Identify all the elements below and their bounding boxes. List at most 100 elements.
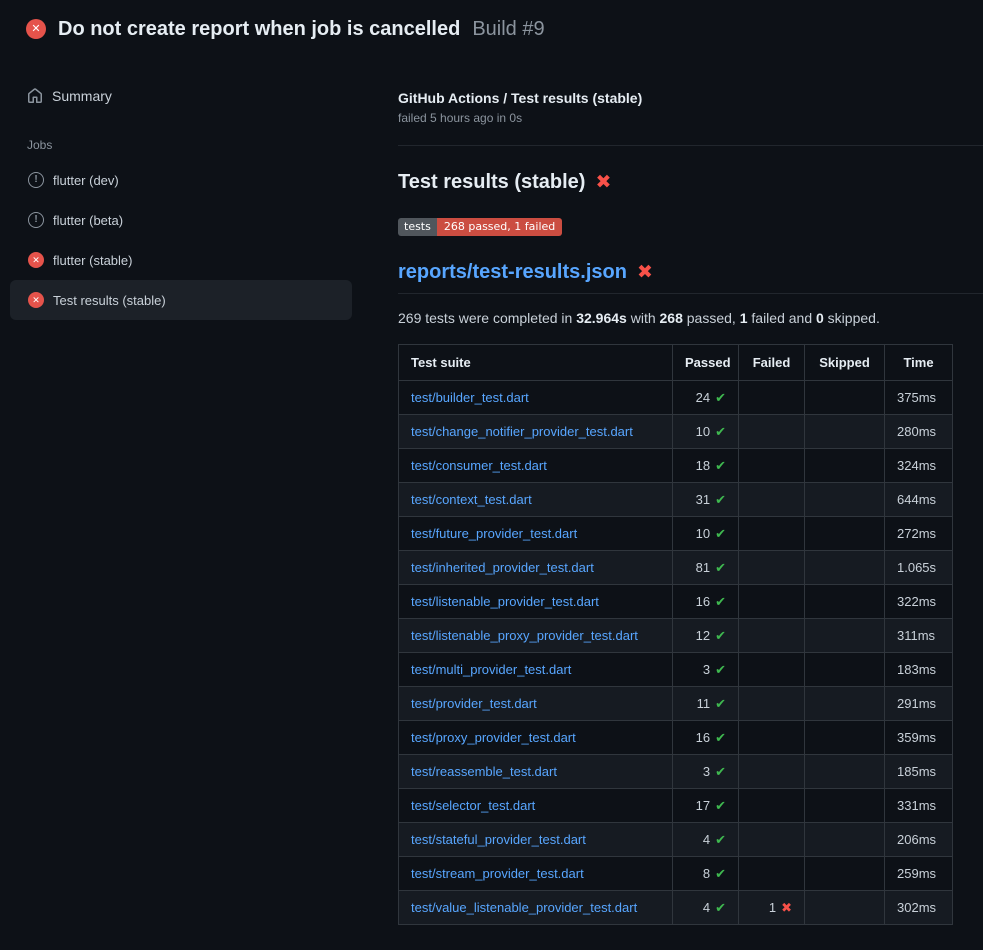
sidebar-job-test-results-stable-[interactable]: ✕Test results (stable) xyxy=(10,280,352,320)
time-cell: 311ms xyxy=(885,619,953,653)
report-title: reports/test-results.json ✖ xyxy=(398,261,983,294)
suite-link[interactable]: test/inherited_provider_test.dart xyxy=(411,560,594,575)
time-cell: 302ms xyxy=(885,891,953,925)
exclamation-circle-icon: ! xyxy=(28,172,44,188)
count: 11 xyxy=(697,696,711,711)
check-icon: ✔ xyxy=(715,424,726,439)
check-icon: ✔ xyxy=(715,594,726,609)
failed-cell xyxy=(739,585,805,619)
count: 16 xyxy=(696,594,710,609)
passed-cell: 24 ✔ xyxy=(673,381,739,415)
column-header-test-suite: Test suite xyxy=(399,345,673,381)
sidebar-job-flutter-stable-[interactable]: ✕ flutter (stable) xyxy=(10,240,352,280)
check-icon: ✔ xyxy=(715,390,726,405)
suite-cell: test/consumer_test.dart xyxy=(399,449,673,483)
table-row: test/stateful_provider_test.dart4✔206ms xyxy=(399,823,953,857)
failed-cell xyxy=(739,721,805,755)
summary-passed-count: 268 xyxy=(660,310,683,326)
suite-link[interactable]: test/stream_provider_test.dart xyxy=(411,866,584,881)
exclamation-circle-icon: ! xyxy=(28,212,44,228)
suite-cell: test/provider_test.dart xyxy=(399,687,673,721)
suite-link[interactable]: test/future_provider_test.dart xyxy=(411,526,577,541)
job-label: flutter (dev) xyxy=(53,173,119,188)
failed-x-icon: ✖ xyxy=(595,173,611,192)
suite-link[interactable]: test/listenable_provider_test.dart xyxy=(411,594,599,609)
time-cell: 1.065s xyxy=(885,551,953,585)
time-cell: 185ms xyxy=(885,755,953,789)
table-row: test/future_provider_test.dart10✔272ms xyxy=(399,517,953,551)
section-title: Test results (stable) ✖ xyxy=(398,171,983,194)
failed-cell xyxy=(739,619,805,653)
passed-cell: 11✔ xyxy=(673,687,739,721)
suite-link[interactable]: test/proxy_provider_test.dart xyxy=(411,730,576,745)
skipped-cell xyxy=(805,483,885,517)
suite-link[interactable]: test/change_notifier_provider_test.dart xyxy=(411,424,633,439)
x-circle-icon: ✕ xyxy=(28,252,44,268)
check-icon: ✔ xyxy=(715,526,726,541)
passed-cell: 10 ✔ xyxy=(673,517,739,551)
passed-cell: 16✔ xyxy=(673,721,739,755)
table-row: test/listenable_provider_test.dart16✔322… xyxy=(399,585,953,619)
check-icon: ✔ xyxy=(715,764,726,779)
passed-cell: 10✔ xyxy=(673,415,739,449)
suite-link[interactable]: test/selector_test.dart xyxy=(411,798,535,813)
suite-cell: test/proxy_provider_test.dart xyxy=(399,721,673,755)
badge-label: tests xyxy=(398,218,437,236)
column-header-passed: Passed xyxy=(673,345,739,381)
time-cell: 291ms xyxy=(885,687,953,721)
check-icon: ✔ xyxy=(715,730,726,745)
skipped-cell xyxy=(805,585,885,619)
run-header: ✕ Do not create report when job is cance… xyxy=(0,0,983,58)
passed-cell: 31✔ xyxy=(673,483,739,517)
suite-link[interactable]: test/consumer_test.dart xyxy=(411,458,547,473)
failed-cell xyxy=(739,755,805,789)
time-cell: 644ms xyxy=(885,483,953,517)
skipped-cell xyxy=(805,823,885,857)
suite-link[interactable]: test/context_test.dart xyxy=(411,492,532,507)
suite-link[interactable]: test/multi_provider_test.dart xyxy=(411,662,571,677)
summary-failed-count: 1 xyxy=(740,310,748,326)
passed-cell: 8✔ xyxy=(673,857,739,891)
check-icon: ✔ xyxy=(715,832,726,847)
sidebar-job-flutter-beta-[interactable]: !flutter (beta) xyxy=(10,200,352,240)
check-icon: ✔ xyxy=(715,662,726,677)
suite-link[interactable]: test/listenable_proxy_provider_test.dart xyxy=(411,628,638,643)
suite-cell: test/inherited_provider_test.dart xyxy=(399,551,673,585)
suite-link[interactable]: test/value_listenable_provider_test.dart xyxy=(411,900,637,915)
failed-cell xyxy=(739,551,805,585)
table-row: test/stream_provider_test.dart8✔259ms xyxy=(399,857,953,891)
sidebar-job-flutter-dev-[interactable]: ! flutter (dev) xyxy=(10,160,352,200)
count: 24 xyxy=(696,390,710,405)
summary-skipped-count: 0 xyxy=(816,310,824,326)
sidebar-item-summary[interactable]: Summary xyxy=(10,80,352,112)
suite-link[interactable]: test/reassemble_test.dart xyxy=(411,764,557,779)
passed-cell: 4✔ xyxy=(673,823,739,857)
main-content: GitHub Actions / Test results (stable) f… xyxy=(380,58,983,925)
column-header-failed: Failed xyxy=(739,345,805,381)
skipped-cell xyxy=(805,687,885,721)
failed-cell xyxy=(739,381,805,415)
suite-cell: test/value_listenable_provider_test.dart xyxy=(399,891,673,925)
skipped-cell xyxy=(805,891,885,925)
suite-link[interactable]: test/builder_test.dart xyxy=(411,390,529,405)
skipped-cell xyxy=(805,653,885,687)
time-cell: 375ms xyxy=(885,381,953,415)
suite-cell: test/multi_provider_test.dart xyxy=(399,653,673,687)
failed-x-icon: ✖ xyxy=(637,263,653,282)
table-row: test/selector_test.dart17✔331ms xyxy=(399,789,953,823)
passed-cell: 16 ✔ xyxy=(673,585,739,619)
count: 3 xyxy=(703,764,710,779)
report-link[interactable]: reports/test-results.json xyxy=(398,261,627,284)
table-row: test/multi_provider_test.dart3✔183ms xyxy=(399,653,953,687)
failed-cell xyxy=(739,653,805,687)
job-label: flutter (stable) xyxy=(53,253,132,268)
suite-link[interactable]: test/stateful_provider_test.dart xyxy=(411,832,586,847)
suite-link[interactable]: test/provider_test.dart xyxy=(411,696,537,711)
count: 10 xyxy=(696,526,710,541)
passed-cell: 81✔ xyxy=(673,551,739,585)
skipped-cell xyxy=(805,381,885,415)
run-title: Do not create report when job is cancell… xyxy=(58,18,460,41)
breadcrumb: GitHub Actions / Test results (stable) xyxy=(398,90,983,106)
divider xyxy=(398,145,983,146)
skipped-cell xyxy=(805,755,885,789)
